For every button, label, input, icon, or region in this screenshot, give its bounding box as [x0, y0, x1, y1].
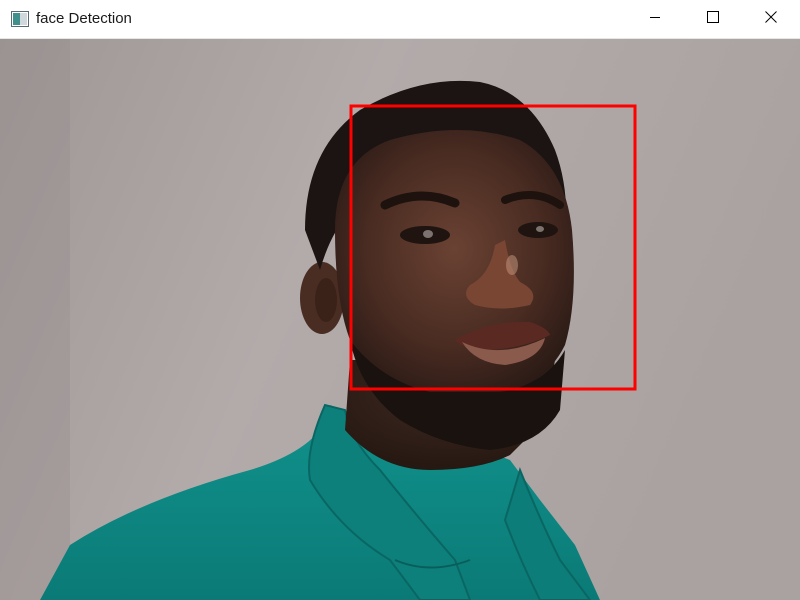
minimize-button[interactable]	[626, 0, 684, 38]
close-button[interactable]	[742, 0, 800, 38]
app-window: face Detection	[0, 0, 800, 600]
close-icon	[765, 10, 777, 28]
title-bar[interactable]: face Detection	[0, 0, 800, 39]
maximize-button[interactable]	[684, 0, 742, 38]
face	[335, 130, 574, 395]
maximize-icon	[707, 10, 719, 28]
camera-feed	[0, 39, 800, 600]
window-app-icon	[11, 11, 29, 27]
camera-frame-image	[0, 39, 800, 600]
window-title: face Detection	[36, 10, 132, 27]
minimize-icon	[649, 10, 661, 28]
